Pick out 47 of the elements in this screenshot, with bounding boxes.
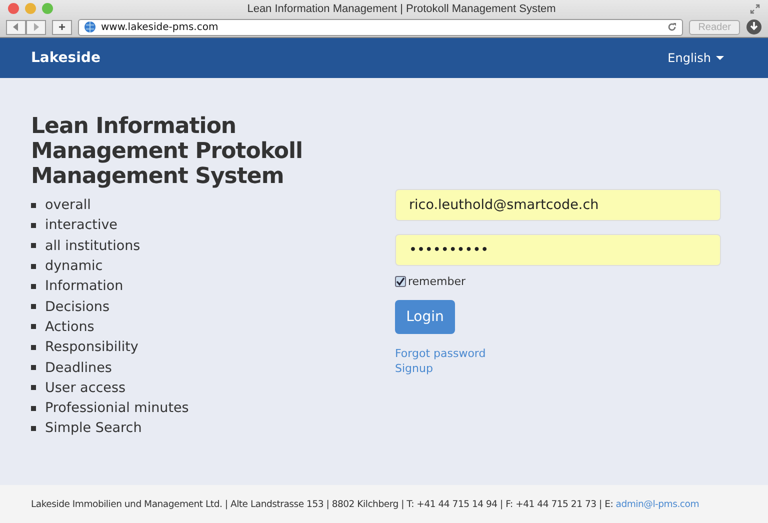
close-icon[interactable] xyxy=(8,3,19,14)
reload-icon[interactable] xyxy=(667,22,678,32)
feature-item: Actions xyxy=(45,318,94,335)
feature-item: Responsibility xyxy=(45,339,138,356)
login-button[interactable]: Login xyxy=(395,300,455,334)
bullet-icon xyxy=(31,202,36,208)
new-tab-button[interactable]: + xyxy=(52,20,72,34)
brand-link[interactable]: Lakeside xyxy=(31,50,100,66)
bullet-icon xyxy=(31,304,36,310)
feature-item: Information xyxy=(45,278,124,294)
bullet-icon xyxy=(31,324,36,330)
password-field[interactable]: •••••••••• xyxy=(395,234,721,266)
feature-item: Simple Search xyxy=(45,420,142,436)
bullet-icon xyxy=(31,344,36,350)
bullet-icon xyxy=(31,264,36,269)
address-field[interactable]: www.lakeside-pms.com xyxy=(78,18,684,36)
footer-text: Lakeside Immobilien und Management Ltd. | Alte Landstrasse 153 | 8802 Kilchberg | T: +41 44 715 14 94 | F: +41 44 715 21 73 | E: admin@l-pms.com xyxy=(31,498,700,510)
window-title: Lean Information Management | Protokoll Management System xyxy=(246,2,557,14)
feature-item: Decisions xyxy=(45,298,110,315)
back-button[interactable] xyxy=(6,20,26,34)
feature-item: Deadlines xyxy=(45,360,112,376)
email-field[interactable]: rico.leuthold@smartcode.ch xyxy=(395,189,721,221)
page-heading: Lean Information Management Protokoll Management System xyxy=(31,114,304,189)
bullet-icon xyxy=(31,406,36,411)
back-icon xyxy=(12,23,20,31)
bullet-icon xyxy=(31,284,36,289)
forward-icon xyxy=(32,23,40,31)
bullet-icon xyxy=(31,426,36,431)
feature-item: all institutions xyxy=(45,238,140,254)
remember-label: remember xyxy=(408,275,466,288)
caret-icon xyxy=(716,56,724,60)
globe-icon xyxy=(84,21,96,33)
feature-item: User access xyxy=(45,380,126,396)
bullet-icon xyxy=(31,385,36,390)
zoom-icon[interactable] xyxy=(42,3,53,14)
feature-item: dynamic xyxy=(45,258,103,274)
feature-item: Professionial minutes xyxy=(45,400,189,416)
remember-checkbox[interactable] xyxy=(395,276,406,287)
language-dropdown[interactable]: English xyxy=(668,51,724,65)
feature-item: overall xyxy=(45,197,91,214)
forward-button[interactable] xyxy=(26,20,46,34)
bullet-icon xyxy=(31,243,36,248)
bullet-icon xyxy=(31,365,36,370)
bullet-icon xyxy=(31,222,36,228)
feature-item: interactive xyxy=(45,217,118,234)
fullscreen-icon[interactable] xyxy=(750,4,760,14)
download-icon[interactable] xyxy=(746,19,762,35)
